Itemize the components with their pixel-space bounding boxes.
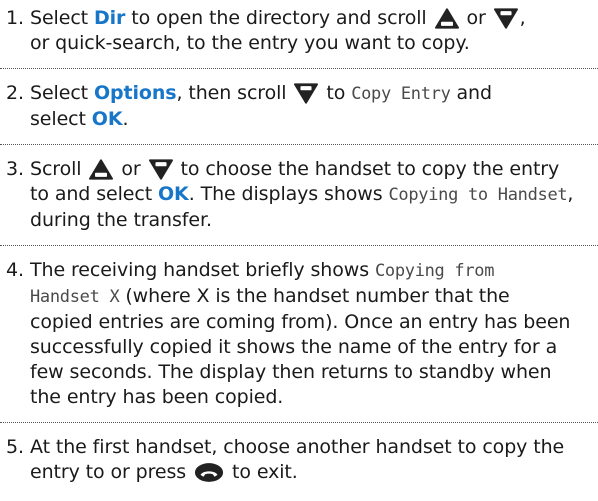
step-text: , xyxy=(567,183,574,205)
step-line: At the first handset, choose another han… xyxy=(30,436,565,458)
step-text: . xyxy=(122,108,129,130)
step-text: . The displays shows xyxy=(188,183,389,205)
step-line: The receiving handset briefly shows Copy… xyxy=(30,258,590,284)
calls-down-arrow-icon xyxy=(149,159,173,180)
step-text: Scroll xyxy=(30,158,88,180)
lcd-text-copy-entry: Copy Entry xyxy=(351,84,451,104)
step-text: to open the directory and scroll xyxy=(125,7,433,29)
step-line: Scroll or to choose the handset to copy … xyxy=(30,157,590,182)
step-line: successfully copied it shows the name of… xyxy=(30,336,558,358)
step-text: , xyxy=(519,7,526,29)
step-text: , then scroll xyxy=(176,82,293,104)
keyword-ok: OK xyxy=(158,183,189,205)
step-line: few seconds. The display then returns to… xyxy=(30,361,552,383)
keyword-ok: OK xyxy=(91,108,123,130)
lcd-text-handset-x: Handset X xyxy=(30,287,120,307)
step-line: during the transfer. xyxy=(30,209,212,231)
step-text: (where X is the handset number that the xyxy=(119,285,510,307)
step-text: or xyxy=(460,7,492,29)
step-text: entry to or press xyxy=(30,461,193,483)
step-4: 4. The receiving handset briefly shows C… xyxy=(0,258,598,423)
step-number: 2. xyxy=(6,82,24,104)
step-number: 5. xyxy=(6,436,24,458)
step-text: to xyxy=(320,82,352,104)
redial-up-arrow-icon xyxy=(89,159,113,180)
step-number: 3. xyxy=(6,158,24,180)
step-line: Select Options, then scroll to Copy Entr… xyxy=(30,81,590,107)
step-3: 3. Scroll or to choose the handset to co… xyxy=(0,157,598,246)
step-text: The receiving handset briefly shows xyxy=(30,259,375,281)
step-line: or quick-search, to the entry you want t… xyxy=(30,32,470,54)
keyword-options: Options xyxy=(93,82,177,104)
step-line: select OK. xyxy=(30,107,590,132)
calls-down-arrow-icon xyxy=(294,83,318,104)
step-line: the entry has been copied. xyxy=(30,386,284,408)
step-5: 5. At the first handset, choose another … xyxy=(0,435,598,497)
step-text: to and select xyxy=(30,183,158,205)
step-line: copied entries are coming from). Once an… xyxy=(30,311,571,333)
end-call-icon xyxy=(194,462,224,483)
calls-down-arrow-icon xyxy=(494,8,518,29)
instruction-steps: 1. Select Dir to open the directory and … xyxy=(0,0,598,497)
step-line: Select Dir to open the directory and scr… xyxy=(30,6,590,31)
step-line: to and select OK. The displays shows Cop… xyxy=(30,182,590,208)
step-text: and xyxy=(450,82,492,104)
step-text: Select xyxy=(30,7,94,29)
step-text: Select xyxy=(30,82,94,104)
step-text: select xyxy=(30,108,92,130)
step-number: 4. xyxy=(6,259,24,281)
lcd-text-copying-from: Copying from xyxy=(374,261,495,281)
step-1: 1. Select Dir to open the directory and … xyxy=(0,6,598,69)
lcd-text-copying-to-handset: Copying to Handset xyxy=(388,185,568,205)
step-2: 2. Select Options, then scroll to Copy E… xyxy=(0,81,598,145)
step-text: to choose the handset to copy the entry xyxy=(174,158,560,180)
keyword-dir: Dir xyxy=(93,7,126,29)
step-number: 1. xyxy=(6,7,24,29)
step-text: to exit. xyxy=(226,461,298,483)
step-text: or xyxy=(115,158,147,180)
redial-up-arrow-icon xyxy=(435,8,459,29)
step-line: Handset X (where X is the handset number… xyxy=(30,284,590,310)
step-line: entry to or press to exit. xyxy=(30,460,590,485)
